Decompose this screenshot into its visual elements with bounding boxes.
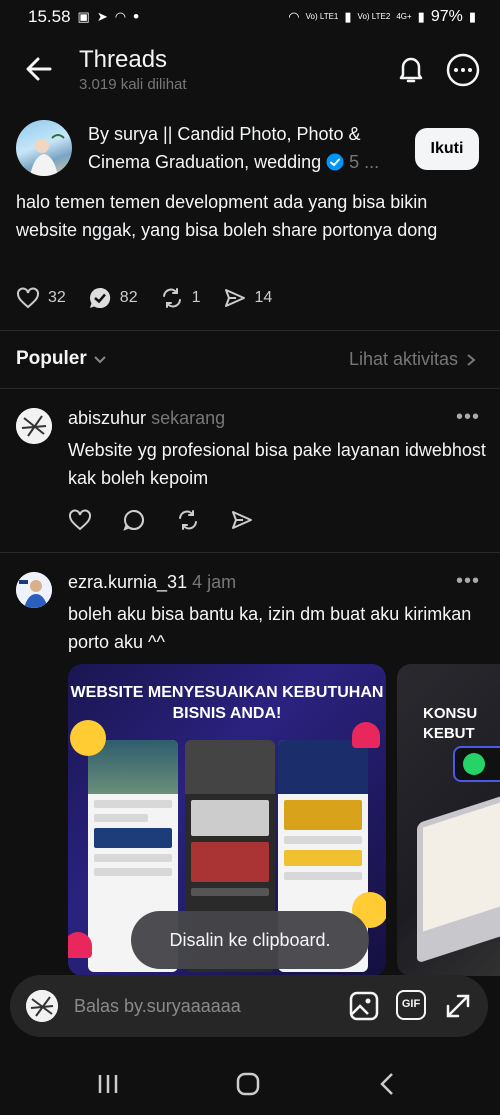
reply-time: sekarang <box>151 408 226 428</box>
verified-badge-icon <box>326 153 344 171</box>
reply-time: 4 jam <box>192 572 237 592</box>
username-text: abiszuhur <box>68 408 147 428</box>
recents-button[interactable] <box>92 1068 124 1100</box>
divider <box>0 388 500 389</box>
author-avatar[interactable] <box>16 120 72 176</box>
image-picker-button[interactable] <box>348 990 380 1022</box>
reply-username[interactable]: abiszuhur sekarang <box>68 408 225 429</box>
reply-username[interactable]: ezra.kurnia_31 4 jam <box>68 572 236 593</box>
heart-icon <box>17 287 39 309</box>
expand-button[interactable] <box>442 990 474 1022</box>
chevron-right-icon <box>467 353 476 366</box>
laptop-mockup <box>417 784 500 964</box>
reply-avatar[interactable] <box>16 572 52 608</box>
post-actions: 32 82 1 14 <box>16 286 294 310</box>
arrow-left-icon <box>26 57 52 81</box>
author-line2: Cinema Graduation, wedding <box>88 152 322 172</box>
page-title: Threads <box>79 46 168 73</box>
notify-button[interactable] <box>394 52 428 86</box>
heart-decoration-icon <box>352 722 380 748</box>
reply-more-button[interactable]: ••• <box>456 570 480 593</box>
reply-more-button[interactable]: ••• <box>456 406 480 429</box>
battery-level: 97% <box>430 8 463 25</box>
home-icon <box>236 1072 260 1096</box>
share-button[interactable]: 14 <box>223 286 273 310</box>
net1-label: Vo) LTE1 <box>305 12 339 21</box>
username-text: ezra.kurnia_31 <box>68 572 188 592</box>
more-horizontal-icon <box>446 53 480 87</box>
more-options-button[interactable] <box>445 52 481 88</box>
reply-actions <box>68 508 254 532</box>
share-count: 14 <box>254 289 273 306</box>
activity-label: Lihat aktivitas <box>348 349 458 369</box>
media-banner: WEBSITE MENYESUAIKAN KEBUTUHAN BISNIS AN… <box>70 684 384 722</box>
reply-check-icon <box>89 287 110 309</box>
clock: 15.58 <box>28 7 71 26</box>
bell-icon <box>399 57 423 83</box>
image-icon <box>349 991 379 1021</box>
signal-icon: ▮ <box>344 9 352 24</box>
comment-icon[interactable] <box>122 508 146 532</box>
sort-dropdown[interactable]: Populer <box>16 348 107 370</box>
sketch-avatar-icon <box>26 990 58 1022</box>
view-count: 3.019 kali dilihat <box>79 76 187 93</box>
profile-photo-icon <box>16 572 52 608</box>
like-button[interactable]: 32 <box>16 286 66 310</box>
follow-button[interactable]: Ikuti <box>415 128 479 170</box>
sketch-avatar-icon <box>16 408 52 444</box>
expand-icon <box>446 994 470 1018</box>
reply-avatar[interactable] <box>16 408 52 444</box>
reply-bar: GIF <box>10 975 488 1037</box>
back-button[interactable] <box>22 52 56 86</box>
system-nav-bar <box>0 1050 500 1115</box>
author-name[interactable]: By surya || Candid Photo, Photo & Cinema… <box>88 120 408 176</box>
reply-count: 82 <box>119 289 138 306</box>
reply-input[interactable] <box>74 992 334 1020</box>
media-image[interactable]: KONSU KEBUT <box>397 664 500 976</box>
like-count: 32 <box>48 289 66 306</box>
battery-icon: ▮ <box>468 9 476 24</box>
sort-bar: Populer Lihat aktivitas <box>0 336 500 386</box>
repost-count: 1 <box>191 289 201 306</box>
dot-icon: • <box>133 7 140 26</box>
signal-icon-2: ▮ <box>417 9 425 24</box>
reply-button[interactable]: 82 <box>88 286 138 310</box>
gallery-icon: ▣ <box>77 9 90 24</box>
chevron-down-icon <box>94 356 106 364</box>
recents-icon <box>98 1075 118 1093</box>
repost-icon <box>162 288 181 308</box>
home-button[interactable] <box>232 1068 264 1100</box>
system-back-button[interactable] <box>372 1068 404 1100</box>
net-4g-label: 4G+ <box>396 12 412 21</box>
status-bar: 15.58 ▣ ➤ ◠ • ◠ Vo) LTE1 ▮ Vo) LTE2 4G+ … <box>0 0 500 34</box>
author-line1: By surya || Candid Photo, Photo & <box>88 124 361 144</box>
post-text: halo temen temen development ada yang bi… <box>16 192 438 240</box>
author-suffix: 5 ... <box>349 152 380 172</box>
send-icon[interactable] <box>230 508 254 532</box>
emoji-heart-eyes-icon <box>70 720 106 756</box>
media-banner: KONSU KEBUT <box>423 705 478 742</box>
reply-text: Website yg profesional bisa pake layanan… <box>68 440 486 488</box>
divider <box>0 330 500 331</box>
header: Threads 3.019 kali dilihat <box>0 38 500 104</box>
reply-text: boleh aku bisa bantu ka, izin dm buat ak… <box>68 604 472 652</box>
telegram-icon: ➤ <box>96 9 108 24</box>
send-icon <box>224 289 245 307</box>
sort-label: Populer <box>16 348 87 369</box>
repost-button[interactable]: 1 <box>160 286 201 310</box>
profile-photo-icon <box>30 134 65 176</box>
wifi-icon: ◠ <box>288 9 300 24</box>
heart-decoration-icon <box>68 932 92 958</box>
divider <box>0 552 500 553</box>
gif-button[interactable]: GIF <box>396 990 426 1020</box>
my-avatar <box>26 990 58 1022</box>
chevron-left-icon <box>380 1073 393 1095</box>
net2-label: Vo) LTE2 <box>357 12 391 21</box>
wifi-call-icon: ◠ <box>114 9 127 24</box>
heart-icon[interactable] <box>68 508 92 532</box>
view-activity-link[interactable]: Lihat aktivitas <box>349 349 476 370</box>
toast-message: Disalin ke clipboard. <box>131 911 369 969</box>
whatsapp-icon <box>453 746 500 782</box>
repost-icon[interactable] <box>176 508 200 532</box>
